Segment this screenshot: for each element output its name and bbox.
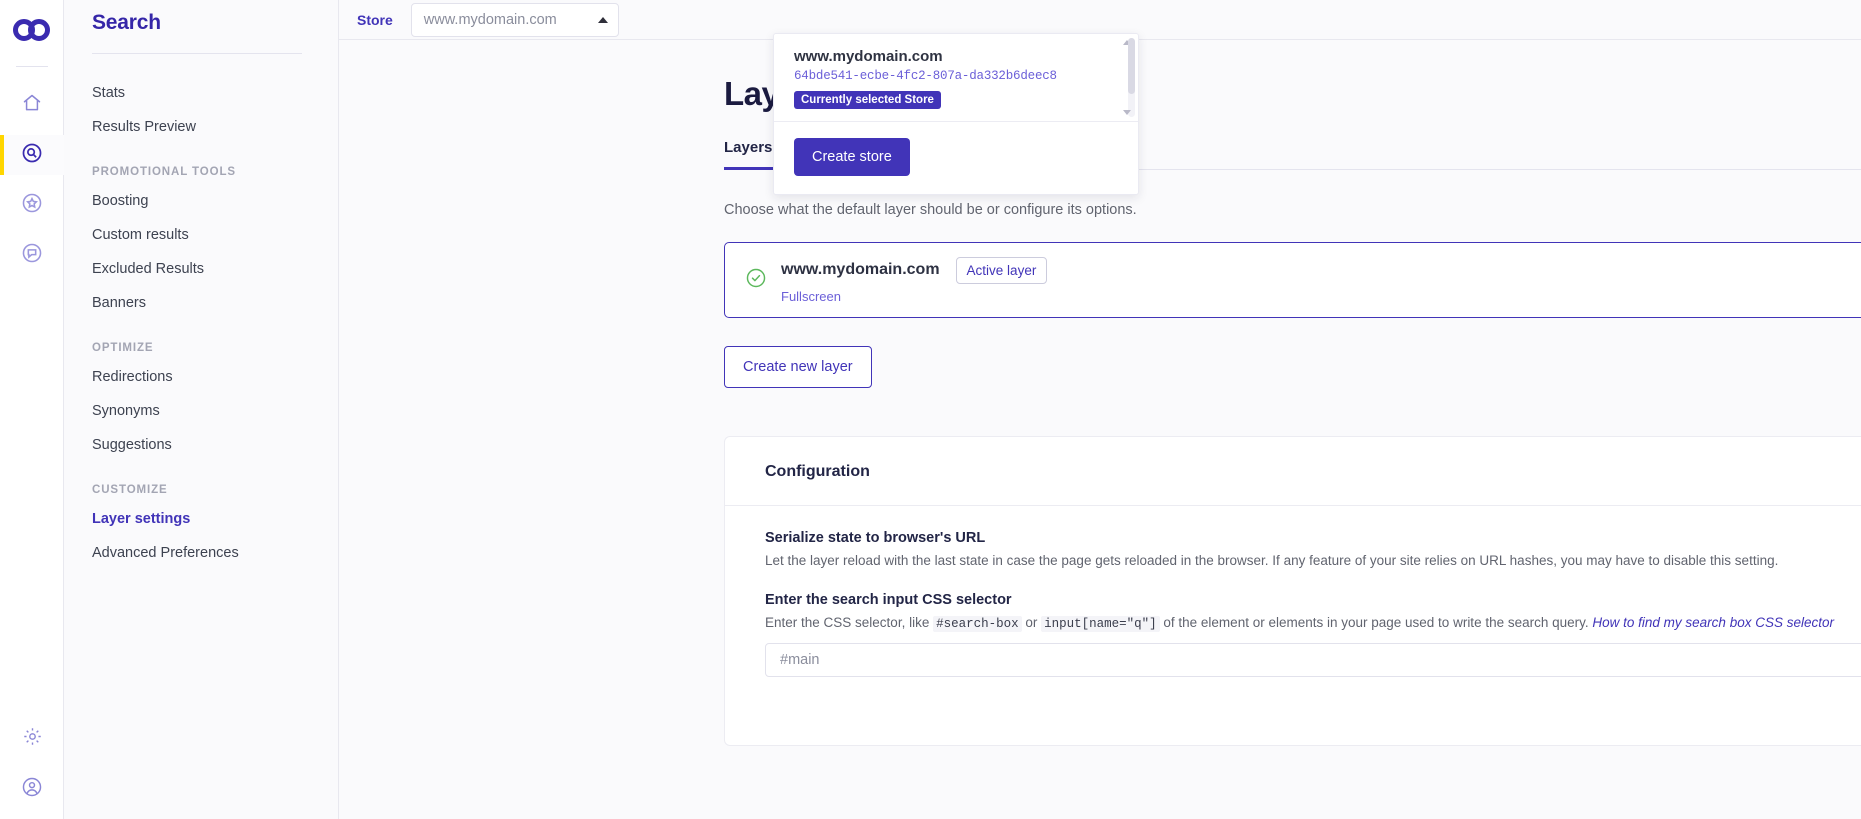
store-option-id: 64bde541-ecbe-4fc2-807a-da332b6deec8 bbox=[794, 69, 1057, 83]
configuration-card: Configuration Serialize state to browser… bbox=[724, 436, 1861, 746]
store-select[interactable]: www.mydomain.com bbox=[410, 2, 619, 37]
configuration-title: Configuration bbox=[765, 463, 870, 480]
sidebar-group-label: OPTIMIZE bbox=[92, 342, 154, 354]
icon-rail bbox=[0, 0, 64, 819]
sidebar-item-suggestions[interactable]: Suggestions bbox=[64, 428, 338, 462]
serialize-label: Serialize state to browser's URL bbox=[765, 530, 986, 546]
serialize-setting-row: Serialize state to browser's URL Let the… bbox=[725, 506, 1861, 568]
rail-item-settings[interactable] bbox=[0, 719, 64, 759]
layer-title-row: www.mydomain.com Active layer bbox=[781, 256, 1048, 284]
css-desc-part3: of the element or elements in your page … bbox=[1159, 615, 1593, 630]
rail-item-home[interactable] bbox=[0, 85, 64, 125]
caret-up-icon bbox=[597, 16, 608, 23]
sidebar-group-label: PROMOTIONAL TOOLS bbox=[92, 166, 236, 178]
sidebar-item-synonyms[interactable]: Synonyms bbox=[64, 394, 338, 428]
serialize-setting-text: Serialize state to browser's URL Let the… bbox=[765, 530, 1861, 568]
css-selector-text: Enter the search input CSS selector Ente… bbox=[765, 592, 1861, 632]
sidebar-menu: Stats Results Preview PROMOTIONAL TOOLS Boo… bbox=[64, 54, 338, 570]
sidebar-item-redirections[interactable]: Redirections bbox=[64, 360, 338, 394]
check-circle-icon bbox=[745, 267, 767, 294]
create-new-layer-button[interactable]: Create new layer bbox=[724, 346, 872, 388]
dropdown-footer: Create store bbox=[774, 122, 1138, 194]
save-row: Save bbox=[725, 677, 1861, 741]
rail-item-chat[interactable] bbox=[0, 235, 64, 275]
page-helper-text: Choose what the default layer should be … bbox=[724, 202, 1137, 218]
main-area: Store www.mydomain.com Layers Choose wha… bbox=[339, 0, 1861, 819]
user-circle-icon bbox=[21, 776, 43, 803]
css-selector-setting-row: Enter the search input CSS selector Ente… bbox=[725, 568, 1861, 632]
store-dropdown: www.mydomain.com 64bde541-ecbe-4fc2-807a… bbox=[773, 33, 1139, 195]
sidebar-item-advanced-preferences[interactable]: Advanced Preferences bbox=[64, 536, 338, 570]
sidebar-item-layer-settings[interactable]: Layer settings bbox=[64, 502, 338, 536]
home-icon bbox=[22, 93, 42, 118]
recommendations-star-icon bbox=[21, 192, 43, 219]
active-layer-badge: Active layer bbox=[955, 256, 1048, 284]
layer-subtitle: Fullscreen bbox=[781, 288, 841, 304]
sidebar-item-results-preview[interactable]: Results Preview bbox=[64, 110, 338, 144]
css-selector-label: Enter the search input CSS selector bbox=[765, 592, 1012, 608]
search-icon bbox=[21, 142, 43, 169]
infinity-logo[interactable] bbox=[12, 10, 52, 50]
css-selector-description: Enter the CSS selector, like #search-box… bbox=[765, 615, 1861, 632]
store-option[interactable]: www.mydomain.com 64bde541-ecbe-4fc2-807a… bbox=[774, 44, 1138, 119]
css-selector-help-link[interactable]: How to find my search box CSS selector bbox=[1592, 615, 1834, 630]
css-selector-input[interactable] bbox=[765, 643, 1861, 677]
rail-item-search[interactable] bbox=[0, 135, 64, 175]
sidebar-item-boosting[interactable]: Boosting bbox=[64, 184, 338, 218]
store-dropdown-list[interactable]: www.mydomain.com 64bde541-ecbe-4fc2-807a… bbox=[774, 34, 1138, 121]
sidebar: Search Stats Results Preview PROMOTIONAL T… bbox=[64, 0, 339, 819]
scroll-down-arrow-icon[interactable] bbox=[1123, 110, 1131, 115]
store-option-title: www.mydomain.com bbox=[794, 48, 943, 65]
store-label: Store bbox=[357, 11, 393, 28]
rail-item-recommendations[interactable] bbox=[0, 185, 64, 225]
layer-name: www.mydomain.com bbox=[781, 261, 940, 278]
currently-selected-badge: Currently selected Store bbox=[794, 91, 941, 109]
css-code-example-2: input[name="q"] bbox=[1041, 616, 1160, 632]
dropdown-scrollbar[interactable] bbox=[1123, 38, 1135, 117]
css-desc-part1: Enter the CSS selector, like bbox=[765, 615, 934, 630]
css-code-example-1: #search-box bbox=[933, 616, 1022, 632]
serialize-description: Let the layer reload with the last state… bbox=[765, 553, 1779, 568]
sidebar-group-label: CUSTOMIZE bbox=[92, 484, 168, 496]
create-store-button[interactable]: Create store bbox=[794, 138, 910, 176]
rail-divider bbox=[15, 66, 48, 67]
layer-card: www.mydomain.com Active layer Fullscreen… bbox=[724, 242, 1861, 318]
store-select-value: www.mydomain.com bbox=[423, 11, 557, 28]
sidebar-item-stats[interactable]: Stats bbox=[64, 76, 338, 110]
gear-icon bbox=[22, 726, 43, 752]
chat-icon bbox=[21, 242, 43, 269]
sidebar-item-custom-results[interactable]: Custom results bbox=[64, 218, 338, 252]
sidebar-item-banners[interactable]: Banners bbox=[64, 286, 338, 320]
app-root: Search Stats Results Preview PROMOTIONAL T… bbox=[0, 0, 1861, 819]
layer-info: www.mydomain.com Active layer Fullscreen bbox=[781, 256, 1048, 304]
sidebar-item-excluded-results[interactable]: Excluded Results bbox=[64, 252, 338, 286]
dropdown-scrollbar-thumb[interactable] bbox=[1128, 38, 1135, 94]
rail-bottom-group bbox=[0, 719, 64, 809]
rail-item-account[interactable] bbox=[0, 769, 64, 809]
sidebar-title: Search bbox=[92, 11, 161, 34]
css-desc-part2: or bbox=[1021, 615, 1042, 630]
